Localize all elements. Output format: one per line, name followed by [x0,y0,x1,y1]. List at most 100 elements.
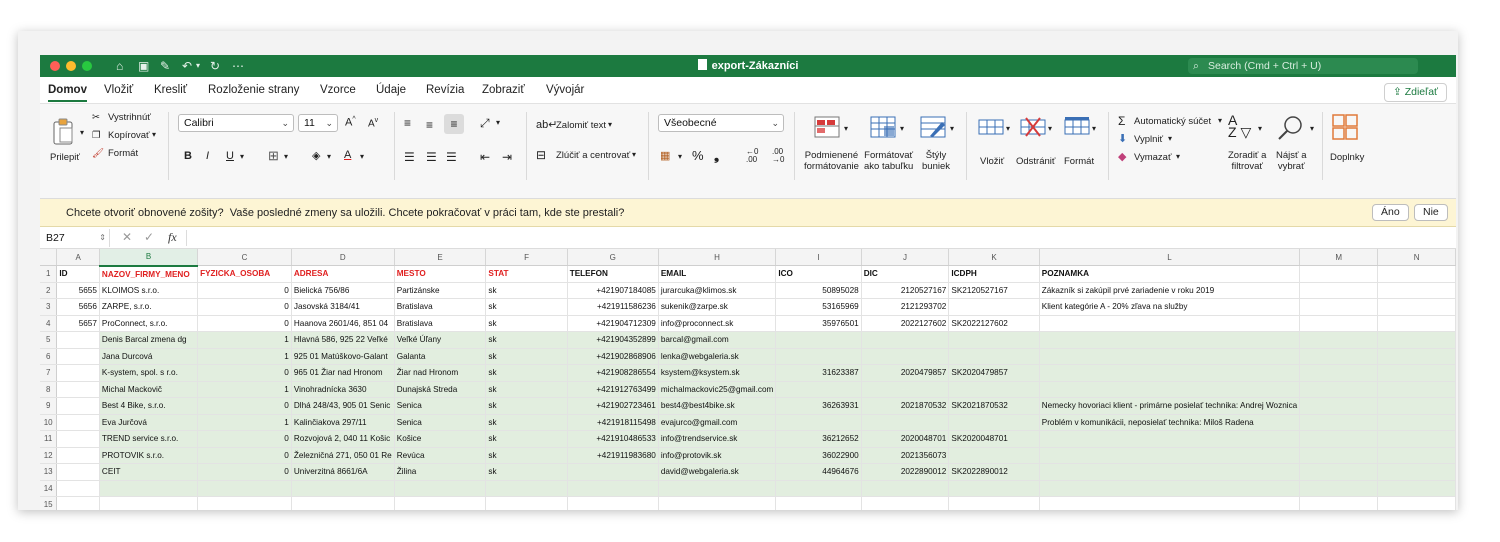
cell[interactable]: michalmackovic25@gmail.com [658,381,777,398]
find-select-button[interactable]: Nájsť a vybrať [1276,150,1307,172]
cell[interactable]: Kalinčiakova 297/11 [291,414,395,431]
autosum-dropdown-icon[interactable]: ▾ [1218,116,1222,125]
cell[interactable]: +421902723461 [567,397,659,415]
align-bottom-icon[interactable]: ≡ [444,114,464,134]
header-cell[interactable]: DIC [861,265,950,283]
cell[interactable]: CEIT [99,463,199,481]
cell[interactable] [197,480,292,497]
cell[interactable]: 50895028 [775,282,862,299]
name-box-stepper-icon[interactable]: ⇕ [99,229,106,247]
find-select-icon[interactable] [1276,114,1306,142]
cell[interactable] [1039,381,1301,398]
underline-icon[interactable]: U [226,150,234,162]
cell[interactable]: ProConnect, s.r.o. [99,315,199,332]
fill-button[interactable]: Vyplniť [1134,134,1163,145]
cell[interactable]: Dlhá 248/43, 905 01 Senic [291,397,395,415]
cell[interactable]: jurarcuka@klimos.sk [658,282,777,299]
cell[interactable] [658,496,777,510]
cell[interactable] [861,414,950,431]
format-painter-icon[interactable]: 🖌 [92,148,104,159]
row-header[interactable]: 15 [40,496,58,510]
tab-5[interactable]: Vzorce [320,84,356,96]
cell[interactable] [861,480,950,497]
cell[interactable]: 2020048701 [861,430,950,448]
insert-cells-icon[interactable] [978,116,1004,138]
tab-4[interactable]: Rozloženie strany [208,84,299,96]
cell[interactable]: 53165969 [775,298,862,316]
clear-dropdown-icon[interactable]: ▾ [1176,152,1180,161]
cell[interactable]: sk [485,414,568,431]
cell[interactable] [1039,463,1301,481]
cell[interactable] [861,496,950,510]
cell[interactable]: 0 [197,298,292,316]
cell[interactable] [1299,315,1379,332]
header-cell[interactable]: MESTO [394,265,487,283]
cut-button[interactable]: Vystrihnúť [108,112,151,123]
format-as-table-dropdown-icon[interactable]: ▾ [900,124,904,133]
header-cell[interactable]: STAT [485,265,568,283]
cell[interactable] [394,480,487,497]
column-header-a[interactable]: A [56,249,100,266]
cell-styles-button[interactable]: Štýly buniek [922,150,950,172]
cell[interactable]: 1 [197,381,292,398]
cell[interactable]: +421904712309 [567,315,659,332]
cell[interactable] [56,414,100,431]
cell[interactable]: 0 [197,282,292,299]
cell[interactable]: 1 [197,348,292,365]
tab-6[interactable]: Údaje [376,84,406,96]
cell[interactable]: evajurco@gmail.com [658,414,777,431]
row-header[interactable]: 7 [40,364,58,382]
format-dropdown-icon[interactable]: ▾ [1092,124,1096,133]
cell[interactable]: ksystem@ksystem.sk [658,364,777,382]
cell[interactable] [1039,430,1301,448]
cut-icon[interactable]: ✂ [92,112,100,123]
increase-decimal-icon[interactable]: ←0.00 [746,148,758,164]
cell[interactable]: sk [485,348,568,365]
column-header-b[interactable]: B [99,249,199,267]
cell[interactable] [1377,331,1456,349]
addins-icon[interactable] [1332,114,1358,140]
merge-center-icon[interactable]: ⊟ [536,148,546,162]
cell[interactable] [1039,315,1301,332]
cell[interactable]: Revúca [394,447,487,464]
cell[interactable] [291,496,395,510]
cell[interactable] [1377,480,1456,497]
header-cell[interactable]: ICO [775,265,862,283]
row-header[interactable]: 1 [40,265,58,283]
borders-icon[interactable]: ⊞ [268,148,279,164]
select-all-corner[interactable] [40,249,58,266]
cell[interactable]: 31623387 [775,364,862,382]
cell[interactable]: sk [485,298,568,316]
cell[interactable] [56,381,100,398]
cell[interactable] [1299,298,1379,316]
cell[interactable]: best4@best4bike.sk [658,397,777,415]
cell[interactable] [948,348,1040,365]
cell[interactable]: info@proconnect.sk [658,315,777,332]
cell[interactable] [1299,381,1379,398]
cell[interactable] [775,414,862,431]
bold-icon[interactable]: B [184,150,192,162]
cell[interactable] [1039,480,1301,497]
cell[interactable] [56,496,100,510]
cell[interactable] [394,496,487,510]
fill-color-dropdown-icon[interactable]: ▾ [327,152,331,161]
cell[interactable]: 0 [197,315,292,332]
cell[interactable]: 925 01 Matúškovo-Galant [291,348,395,365]
search-input[interactable]: ⌕ Search (Cmd + Ctrl + U) [1188,58,1418,74]
cell[interactable]: Bielická 756/86 [291,282,395,299]
paste-icon[interactable] [52,118,76,146]
cell[interactable] [1377,348,1456,365]
increase-indent-icon[interactable]: ⇥ [502,150,512,164]
decrease-decimal-icon[interactable]: .00 →0 [772,148,784,164]
cell[interactable]: Klient kategórie A - 20% zľava na služby [1039,298,1301,316]
column-header-l[interactable]: L [1039,249,1301,266]
paste-button[interactable]: Prilepiť [50,152,80,163]
column-header-i[interactable]: I [775,249,862,266]
conditional-formatting-icon[interactable] [814,116,840,138]
copy-button[interactable]: Kopírovať [108,130,150,141]
header-cell[interactable]: ADRESA [291,265,395,283]
row-header[interactable]: 9 [40,397,58,415]
align-top-icon[interactable]: ≡ [404,116,411,130]
cell[interactable]: 2022890012 [861,463,950,481]
addins-button[interactable]: Doplnky [1330,152,1364,163]
